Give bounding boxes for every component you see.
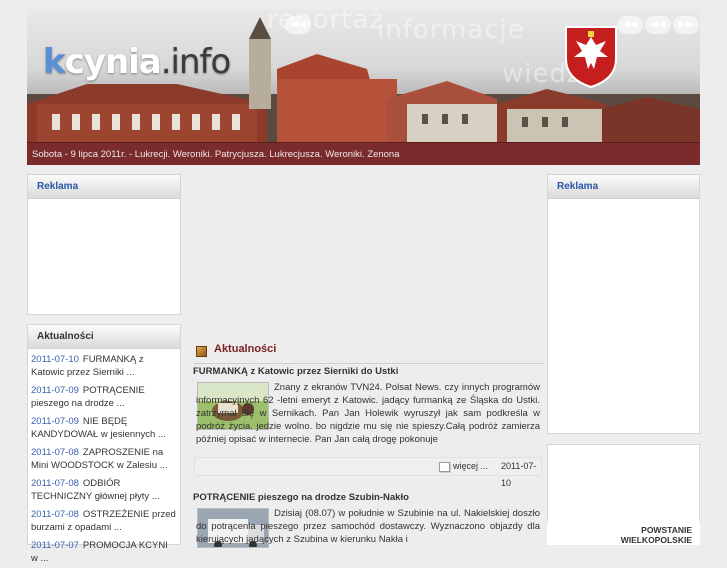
banner-prev-button-3[interactable]: ◀◀: [645, 16, 671, 34]
news-date: 2011-07-08: [31, 447, 79, 458]
article-footer-1: więcej ... 2011-07-10: [194, 457, 542, 488]
article-date-1: 2011-07-10: [501, 461, 537, 488]
news-list-item[interactable]: 2011-07-08 ODBIÓR TECHNICZNY głównej płyt…: [28, 475, 180, 506]
header-banner: reportaż informacje wiedza kcynia.info ◀…: [27, 9, 700, 142]
news-list-item[interactable]: 2011-07-08 OSTRZEŻENIE przed burzami z op…: [28, 506, 180, 537]
powstanie-banner[interactable]: POWSTANIE WIELKOPOLSKIE: [547, 521, 700, 545]
logo-prefix: k: [43, 42, 66, 82]
coat-of-arms-icon: [565, 26, 617, 89]
page: reportaż informacje wiedza kcynia.info ◀…: [0, 0, 727, 564]
section-icon: [196, 346, 207, 357]
article-title-1[interactable]: FURMANKĄ z Katowic przez Sierniki do Ust…: [193, 366, 398, 377]
news-sidebar-box: Aktualności 2011-07-10 FURMANKĄ z Katowic…: [27, 324, 181, 564]
section-divider: [194, 363, 544, 364]
news-date: 2011-07-09: [31, 416, 79, 427]
powstanie-line-2: WIELKOPOLSKIE: [620, 535, 692, 545]
news-date: 2011-07-09: [31, 385, 79, 396]
logo-main: cynia: [64, 42, 162, 82]
news-list-item[interactable]: 2011-07-09 POTRĄCENIE pieszego na drodze …: [28, 382, 180, 413]
article-body-1: Znany z ekranów TVN24. Polsat News. czy …: [196, 382, 540, 445]
news-date: 2011-07-08: [31, 509, 79, 520]
banner-prev-button-2[interactable]: ◀◀: [617, 16, 643, 34]
banner-prev-button[interactable]: ◀◀: [285, 16, 311, 34]
banner-next-button[interactable]: ▶▶: [673, 16, 699, 34]
news-list-item[interactable]: 2011-07-09 NIE BĘDĘ KANDYDOWAŁ w jesienny…: [28, 413, 180, 444]
logo-suffix: .info: [160, 42, 232, 82]
article-title-2[interactable]: POTRĄCENIE pieszego na drodze Szubin-Nak…: [193, 492, 409, 503]
read-more-link-1[interactable]: więcej ...: [453, 458, 488, 475]
news-list-item[interactable]: 2011-07-07 PROMOCJA KCYNI w ...: [28, 537, 180, 568]
right-ad-box: Reklama: [547, 174, 700, 434]
news-list-item[interactable]: 2011-07-08 ZAPROSZENIE na Mini WOODSTOCK …: [28, 444, 180, 475]
right-ad-title: Reklama: [548, 175, 699, 199]
article-body-2: Dzisiaj (08.07) w południe w Szubinie na…: [196, 508, 540, 545]
page-icon: [439, 462, 450, 472]
powstanie-line-1: POWSTANIE: [641, 525, 692, 535]
main-content: Aktualności FURMANKĄ z Katowic przez Sie…: [190, 165, 545, 548]
section-title: Aktualności: [214, 343, 277, 355]
news-list: 2011-07-10 FURMANKĄ z Katowic przez Siern…: [28, 349, 180, 568]
left-ad-box: Reklama: [27, 174, 181, 315]
news-date: 2011-07-07: [31, 540, 79, 551]
date-bar: Sobota - 9 lipca 2011r. - Lukrecji. Wero…: [27, 142, 700, 165]
news-date: 2011-07-10: [31, 354, 79, 365]
news-date: 2011-07-08: [31, 478, 79, 489]
news-list-item[interactable]: 2011-07-10 FURMANKĄ z Katowic przez Siern…: [28, 351, 180, 382]
news-sidebar-title: Aktualności: [28, 325, 180, 349]
site-logo[interactable]: kcynia.info: [43, 42, 232, 82]
left-ad-title: Reklama: [28, 175, 180, 199]
ghost-word-2: informacje: [377, 15, 525, 45]
